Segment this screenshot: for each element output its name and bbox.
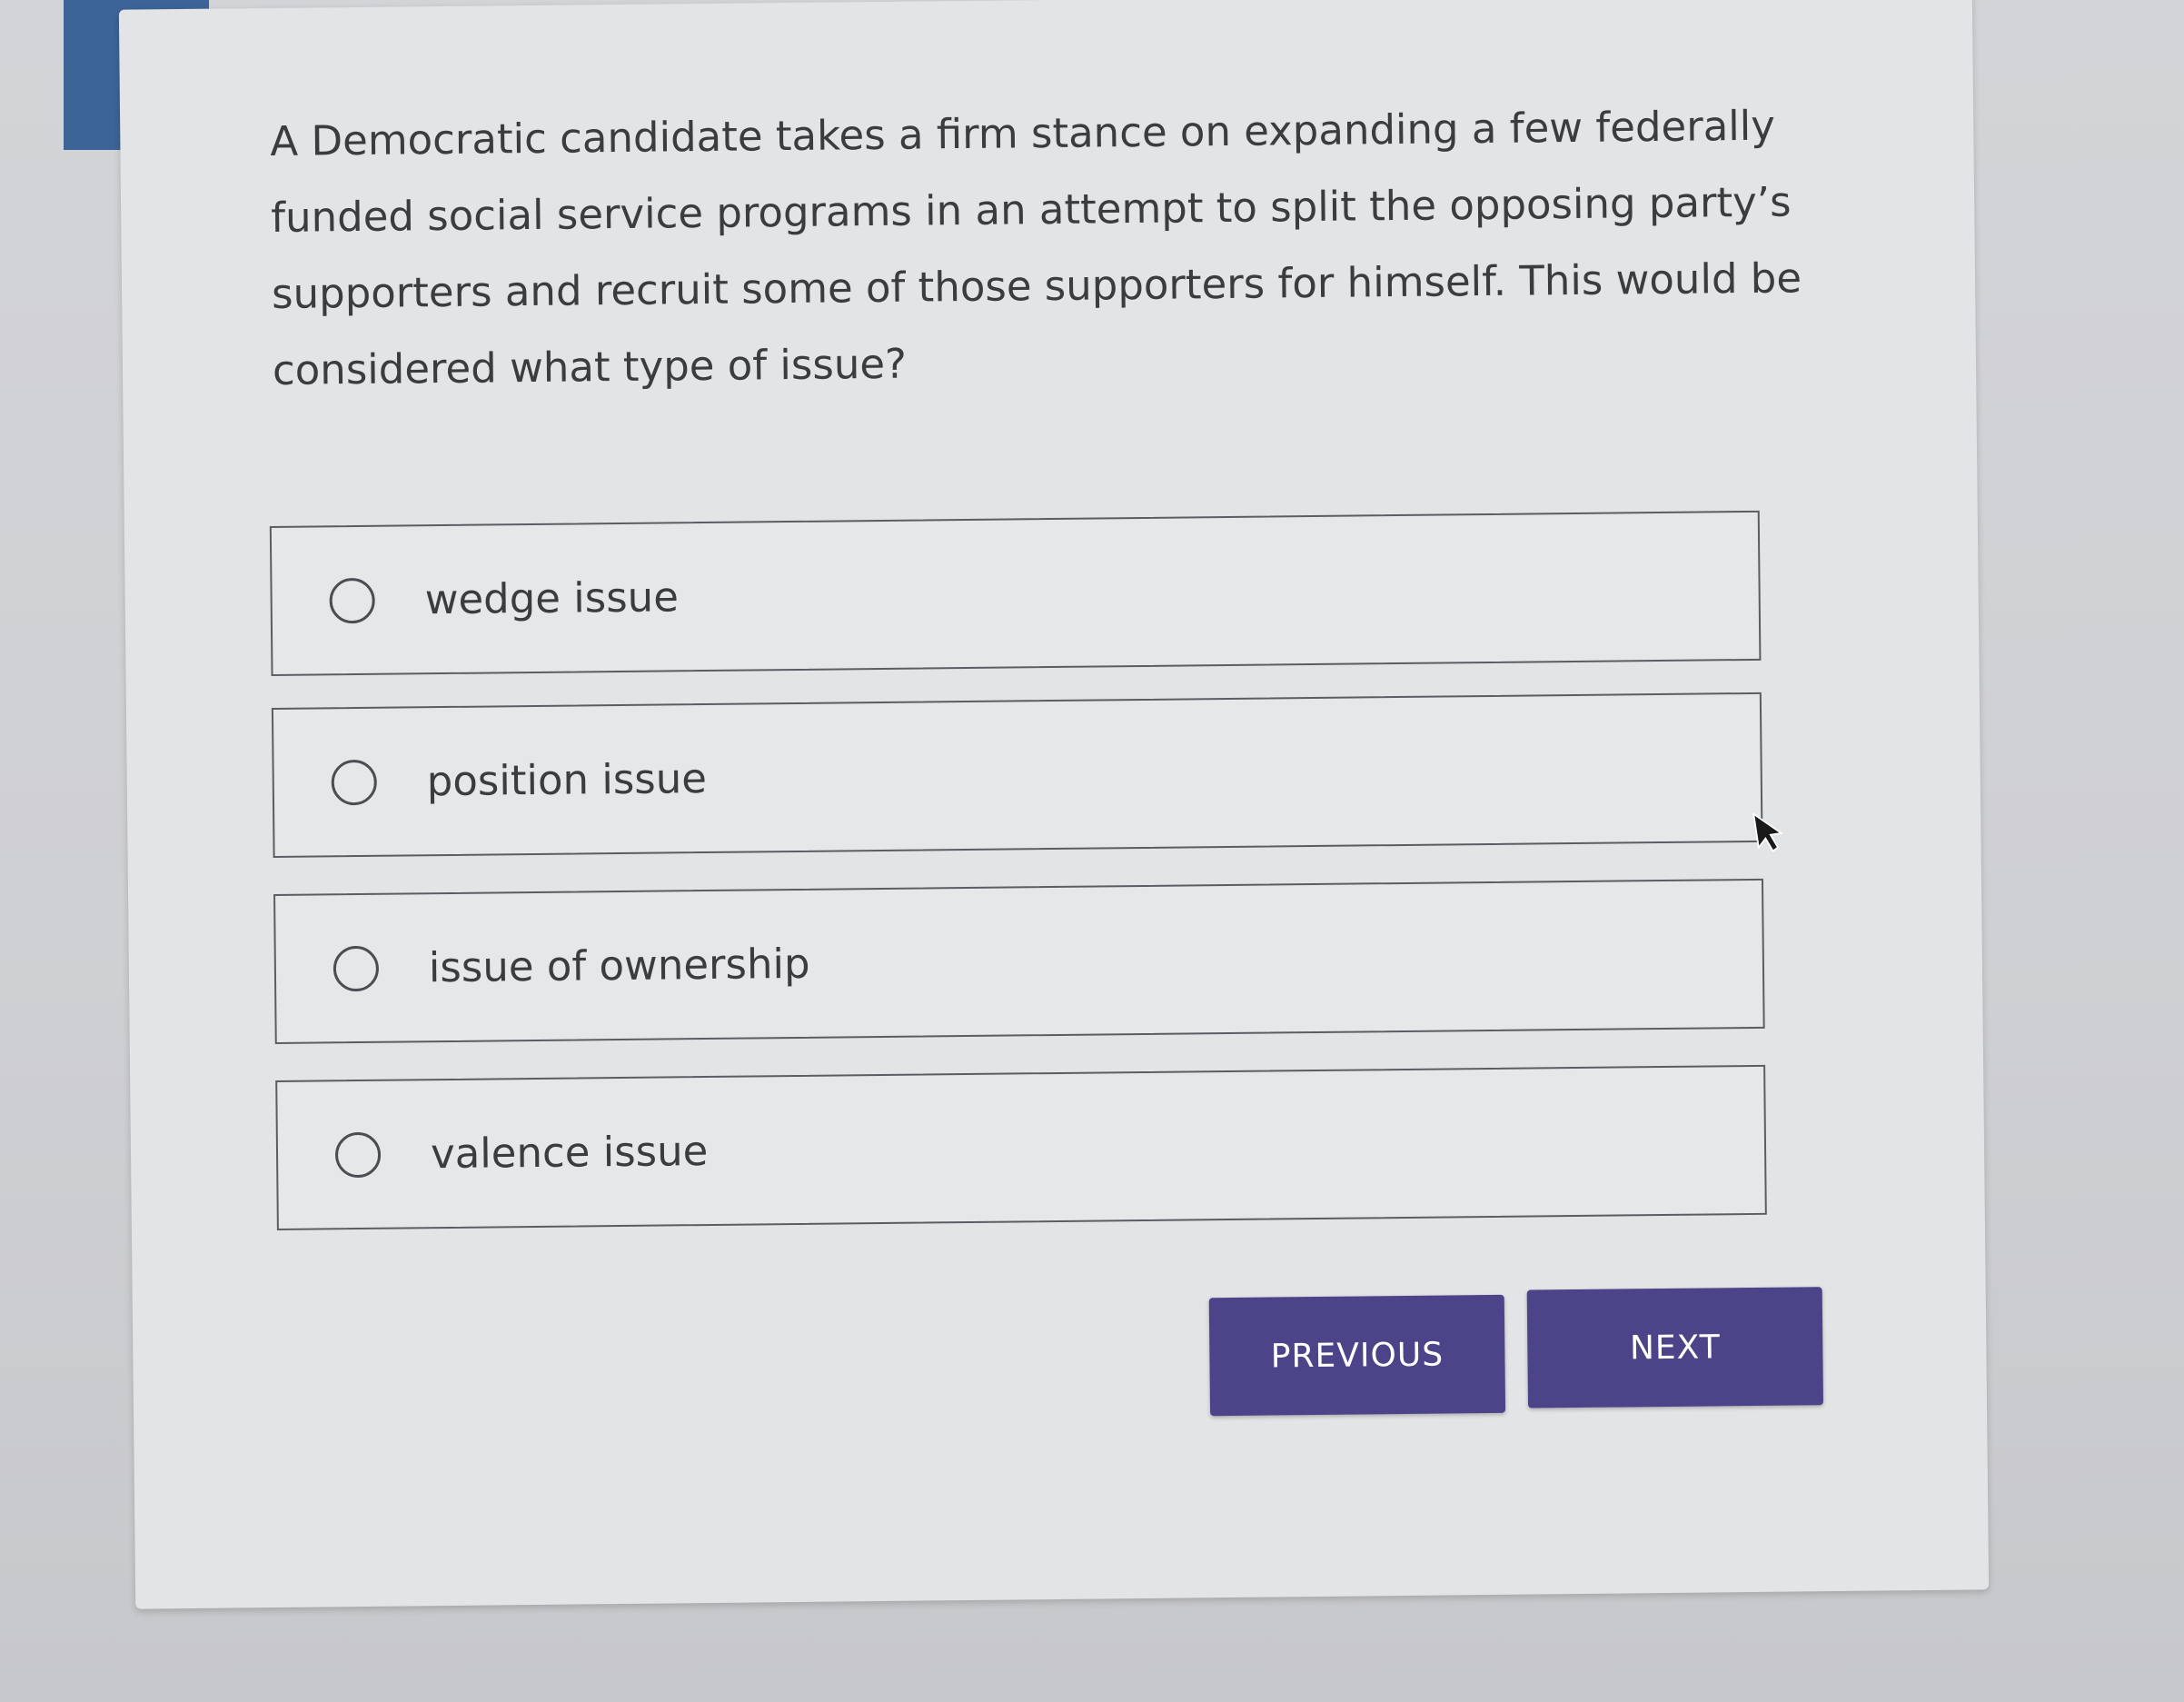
answer-option-issue-of-ownership[interactable]: issue of ownership <box>273 878 1765 1044</box>
radio-unchecked-icon[interactable] <box>334 1131 382 1178</box>
answer-option-valence-issue[interactable]: valence issue <box>275 1064 1767 1230</box>
previous-button[interactable]: PREVIOUS <box>1208 1294 1506 1417</box>
answer-option-label: valence issue <box>430 1127 709 1179</box>
answer-option-position-issue[interactable]: position issue <box>271 692 1763 859</box>
answer-option-label: position issue <box>426 754 708 806</box>
answer-option-wedge-issue[interactable]: wedge issue <box>269 510 1762 677</box>
next-button[interactable]: NEXT <box>1526 1287 1824 1408</box>
question-text: A Democratic candidate takes a firm stan… <box>270 101 1802 394</box>
question-card: A Democratic candidate takes a firm stan… <box>118 0 1990 1609</box>
radio-unchecked-icon[interactable] <box>329 577 375 623</box>
mouse-pointer-icon <box>1752 811 1784 852</box>
radio-unchecked-icon[interactable] <box>331 759 378 805</box>
radio-unchecked-icon[interactable] <box>333 945 380 991</box>
answer-option-label: wedge issue <box>424 572 680 624</box>
answer-option-label: issue of ownership <box>428 939 810 992</box>
